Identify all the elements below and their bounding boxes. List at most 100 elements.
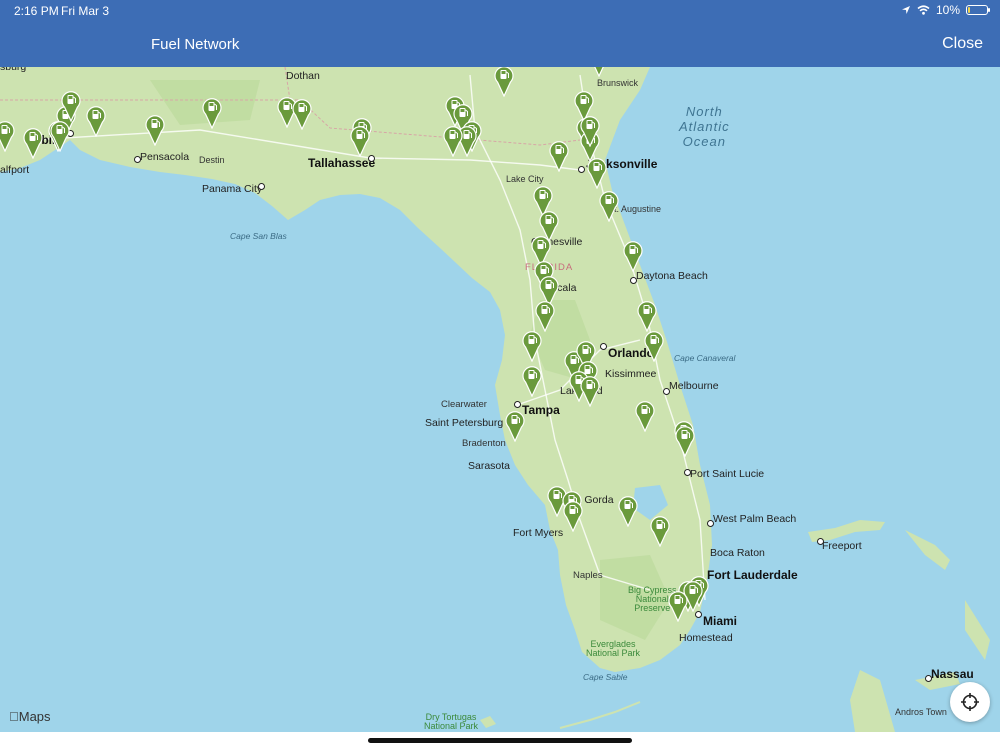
fuel-station-pin[interactable]: [650, 515, 670, 548]
sarasota-label: Sarasota: [468, 460, 511, 472]
fuel-station-pin[interactable]: [683, 580, 703, 613]
fuel-station-pin[interactable]: [644, 330, 664, 363]
fuel-station-pin[interactable]: [635, 400, 655, 433]
fuel-station-pin[interactable]: [292, 98, 312, 131]
kissimmee-label: Kissimmee: [605, 368, 657, 380]
destin-label: Destin: [199, 155, 225, 165]
fuel-pump-icon: [618, 496, 638, 528]
fort-lauderdale-label: Fort Lauderdale: [707, 568, 798, 582]
status-date: Fri Mar 3: [61, 4, 109, 18]
locate-button[interactable]: [950, 682, 990, 722]
fuel-pump-icon: [23, 128, 43, 160]
city-dot: [663, 388, 670, 395]
fuel-pump-icon: [683, 581, 703, 613]
fuel-pump-icon: [623, 241, 643, 273]
melbourne-label: Melbourne: [669, 380, 719, 392]
fuel-station-pin[interactable]: [580, 115, 600, 148]
fuel-station-pin[interactable]: [563, 500, 583, 533]
apple-logo-icon: : [9, 709, 19, 724]
city-dot: [514, 401, 521, 408]
miami-label: Miami: [703, 614, 738, 628]
map-view[interactable]: North Atlantic Ocean alfport obile sburg D…: [0, 67, 1000, 732]
battery-icon: [966, 5, 990, 15]
cape-sable-label: Cape Sable: [583, 672, 628, 682]
fuel-pump-icon: [494, 67, 514, 98]
fuel-pump-icon: [61, 91, 81, 123]
fuel-station-pin[interactable]: [637, 300, 657, 333]
fuel-station-pin[interactable]: [50, 120, 70, 153]
fuel-station-pin[interactable]: [580, 375, 600, 408]
location-arrow-icon: [901, 6, 910, 14]
page-title: Fuel Network: [151, 36, 240, 53]
locate-icon: [961, 693, 979, 711]
ocean-label: North Atlantic Ocean: [679, 104, 730, 149]
naples-label: Naples: [573, 570, 603, 581]
fuel-pump-icon: [505, 411, 525, 443]
fuel-station-pin[interactable]: [86, 105, 106, 138]
fuel-pump-icon: [292, 99, 312, 131]
fuel-pump-icon: [86, 106, 106, 138]
fuel-pump-icon: [637, 301, 657, 333]
dry-tortugas-label: Dry Tortugas National Park: [424, 712, 479, 731]
lake-city-label: Lake City: [506, 174, 544, 184]
pensacola-label: Pensacola: [140, 151, 190, 163]
battery-percent: 10%: [935, 3, 960, 17]
fuel-station-pin[interactable]: [145, 114, 165, 147]
gulfport-label: alfport: [0, 164, 30, 176]
daytona-label: Daytona Beach: [636, 270, 708, 282]
fuel-station-pin[interactable]: [505, 410, 525, 443]
city-dot: [684, 469, 691, 476]
fuel-pump-icon: [522, 331, 542, 363]
city-dot: [695, 611, 702, 618]
status-icons: 10%: [901, 3, 990, 17]
fuel-station-pin[interactable]: [443, 125, 463, 158]
fuel-pump-icon: [594, 67, 604, 78]
status-bar: 2:16 PM Fri Mar 3 10%: [0, 0, 1000, 22]
fuel-pump-icon: [635, 401, 655, 433]
fuel-station-pin[interactable]: [23, 127, 43, 160]
fuel-pump-icon: [443, 126, 463, 158]
fuel-station-pin[interactable]: [535, 300, 555, 333]
close-button[interactable]: Close: [942, 35, 983, 53]
fuel-station-pin[interactable]: [0, 120, 15, 153]
tallahassee-label: Tallahassee: [308, 156, 376, 170]
freeport-label: Freeport: [822, 540, 862, 552]
nav-bar: Fuel Network Close: [0, 22, 1000, 67]
fuel-station-pin[interactable]: [494, 67, 514, 98]
fuel-pump-icon: [650, 516, 670, 548]
brunswick-label: Brunswick: [597, 78, 639, 88]
clearwater-label: Clearwater: [441, 399, 487, 410]
fuel-station-pin[interactable]: [589, 67, 609, 78]
andros-label: Andros Town: [895, 707, 947, 717]
home-indicator[interactable]: [368, 738, 632, 743]
fuel-pump-icon: [599, 191, 619, 223]
fuel-station-pin[interactable]: [587, 157, 607, 190]
fuel-pump-icon: [535, 301, 555, 333]
fort-myers-label: Fort Myers: [513, 527, 564, 539]
status-time: 2:16 PM: [14, 4, 59, 18]
fuel-pump-icon: [549, 141, 569, 173]
fuel-station-pin[interactable]: [522, 365, 542, 398]
fuel-pump-icon: [350, 126, 370, 158]
fuel-station-pin[interactable]: [623, 240, 643, 273]
fuel-pump-icon: [145, 115, 165, 147]
fuel-pump-icon: [0, 121, 15, 153]
everglades-label: Everglades National Park: [586, 639, 641, 658]
fuel-pump-icon: [675, 426, 695, 458]
fuel-pump-icon: [563, 501, 583, 533]
cape-san-blas-label: Cape San Blas: [230, 231, 287, 241]
fuel-station-pin[interactable]: [350, 125, 370, 158]
fuel-station-pin[interactable]: [202, 97, 222, 130]
homestead-label: Homestead: [679, 632, 733, 644]
fuel-station-pin[interactable]: [599, 190, 619, 223]
st-petersburg-label: Saint Petersburg: [425, 417, 504, 429]
fuel-pump-icon: [587, 158, 607, 190]
city-dot: [600, 343, 607, 350]
fuel-station-pin[interactable]: [522, 330, 542, 363]
fuel-station-pin[interactable]: [675, 425, 695, 458]
fuel-pump-icon: [580, 116, 600, 148]
fuel-station-pin[interactable]: [549, 140, 569, 173]
fuel-station-pin[interactable]: [61, 90, 81, 123]
map-basemap: [0, 67, 1000, 732]
fuel-station-pin[interactable]: [618, 495, 638, 528]
